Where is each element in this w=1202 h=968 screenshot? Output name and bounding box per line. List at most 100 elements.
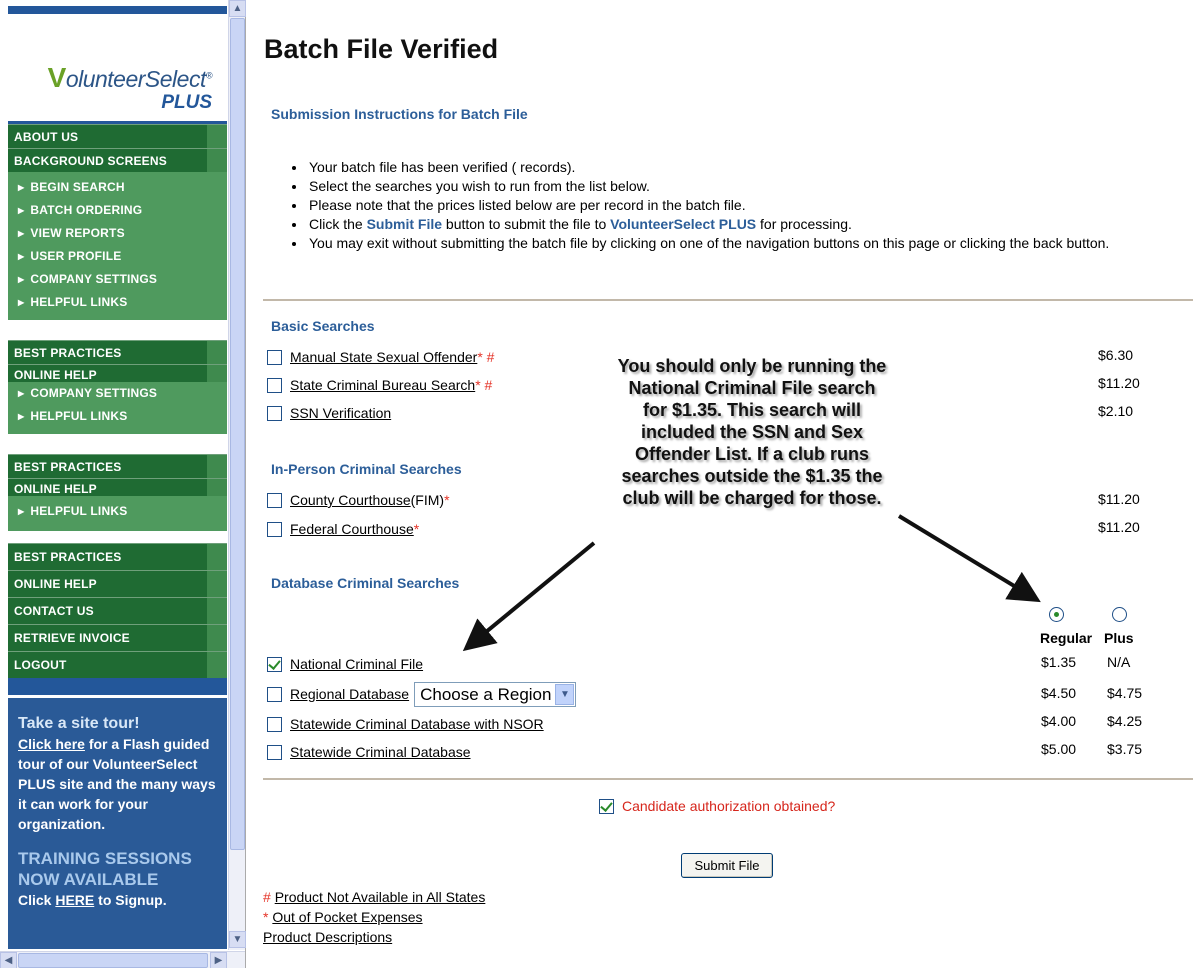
footnote-link[interactable]: Product Not Available in All States <box>275 889 486 905</box>
radio-plus[interactable] <box>1112 607 1127 622</box>
nav-submenu-duplicate: ▶ HELPFUL LINKS <box>8 496 227 531</box>
search-row-statewide: Statewide Criminal Database <box>267 741 471 763</box>
triangle-right-icon: ▶ <box>18 183 25 192</box>
checkbox[interactable] <box>267 349 282 365</box>
price-regular: $4.50 <box>1041 685 1077 701</box>
scrollbar-thumb[interactable] <box>18 953 208 968</box>
search-link[interactable]: State Criminal Bureau Search <box>290 377 475 393</box>
blue-divider <box>8 678 227 698</box>
search-link[interactable]: Manual State Sexual Offender <box>290 349 477 365</box>
triangle-right-icon: ▶ <box>18 275 25 284</box>
nav-divider <box>8 531 227 543</box>
checkbox[interactable] <box>267 377 282 393</box>
checkbox[interactable] <box>267 686 282 702</box>
radio-regular[interactable] <box>1049 607 1064 622</box>
triangle-right-icon: ▶ <box>18 229 25 238</box>
nav-submenu-duplicate: ▶ COMPANY SETTINGS ▶ HELPFUL LINKS <box>8 382 227 434</box>
search-link[interactable]: Statewide Criminal Database with NSOR <box>290 716 544 732</box>
left-navigation-content: VolunteerSelect® PLUS ABOUT US BACKGROUN… <box>8 6 227 949</box>
product-descriptions-link[interactable]: Product Descriptions <box>263 929 392 945</box>
left-vertical-scrollbar[interactable]: ▲ ▼ <box>228 0 246 950</box>
top-blue-bar <box>8 6 227 14</box>
search-link[interactable]: Federal Courthouse <box>290 521 414 537</box>
region-select[interactable]: Choose a Region ▼ <box>414 681 577 707</box>
instruction-item: You may exit without submitting the batc… <box>307 234 1109 253</box>
nav-background-screens[interactable]: BACKGROUND SCREENS <box>8 148 227 172</box>
nav-company-settings[interactable]: ▶ COMPANY SETTINGS <box>8 268 227 291</box>
search-row-ssn-verification: SSN Verification <box>267 402 391 424</box>
nav-contact-us[interactable]: CONTACT US <box>8 597 227 624</box>
scroll-up-arrow-icon[interactable]: ▲ <box>229 0 246 17</box>
nav-user-profile[interactable]: ▶ USER PROFILE <box>8 245 227 268</box>
nav-best-practices[interactable]: BEST PRACTICES <box>8 543 227 570</box>
logo-plus: PLUS <box>161 92 212 113</box>
annotation-callout: You should only be running the National … <box>617 356 887 508</box>
column-plus: Plus <box>1104 630 1134 646</box>
price-regular: $4.00 <box>1041 713 1077 729</box>
triangle-right-icon: ▶ <box>18 412 25 421</box>
nav-submenu: ▶ BEGIN SEARCH ▶ BATCH ORDERING ▶ VIEW REPO… <box>8 172 227 320</box>
price-plus: $4.25 <box>1107 713 1143 729</box>
nav-retrieve-invoice[interactable]: RETRIEVE INVOICE <box>8 624 227 651</box>
tour-link[interactable]: Click here <box>18 736 85 752</box>
nav-about-us[interactable]: ABOUT US <box>8 124 227 148</box>
tour-text: Click here for a Flash guided tour of ou… <box>18 736 216 832</box>
checkbox-checked[interactable] <box>267 656 282 672</box>
nav-batch-ordering[interactable]: ▶ BATCH ORDERING <box>8 199 227 222</box>
search-row-federal-courthouse: Federal Courthouse * <box>267 518 419 540</box>
checkbox[interactable] <box>267 492 282 508</box>
nav-helpful-links[interactable]: ▶ HELPFUL LINKS <box>8 500 227 523</box>
checkbox[interactable] <box>267 521 282 537</box>
search-link[interactable]: County Courthouse <box>290 492 411 508</box>
nav-begin-search[interactable]: ▶ BEGIN SEARCH <box>8 176 227 199</box>
nav-online-help[interactable]: ONLINE HELP <box>8 570 227 597</box>
nav-view-reports[interactable]: ▶ VIEW REPORTS <box>8 222 227 245</box>
main-content: Batch File Verified Submission Instructi… <box>247 0 1202 968</box>
price: $11.20 <box>1098 375 1140 391</box>
arrow-to-national-criminal-file <box>462 541 596 652</box>
nav-helpful-links[interactable]: ▶ HELPFUL LINKS <box>8 291 227 314</box>
search-link[interactable]: National Criminal File <box>290 656 423 672</box>
inperson-searches-heading: In-Person Criminal Searches <box>271 461 462 477</box>
nav-divider <box>8 434 227 454</box>
nav-online-help[interactable]: ONLINE HELP <box>8 364 227 382</box>
scrollbar-thumb[interactable] <box>230 18 245 850</box>
nav-best-practices[interactable]: BEST PRACTICES <box>8 454 227 478</box>
footnote-link[interactable]: Out of Pocket Expenses <box>272 909 422 925</box>
nav-helpful-links[interactable]: ▶ HELPFUL LINKS <box>8 405 227 428</box>
instruction-item: Click the Submit File button to submit t… <box>307 215 1109 234</box>
search-link[interactable]: Statewide Criminal Database <box>290 744 471 760</box>
triangle-right-icon: ▶ <box>18 206 25 215</box>
price-plus: $3.75 <box>1107 741 1143 757</box>
price-plus: N/A <box>1107 654 1131 670</box>
footnote: * Out of Pocket Expenses <box>263 909 423 925</box>
nav-company-settings[interactable]: ▶ COMPANY SETTINGS <box>8 382 227 405</box>
search-link[interactable]: SSN Verification <box>290 405 391 421</box>
nav-online-help[interactable]: ONLINE HELP <box>8 478 227 496</box>
search-link[interactable]: Regional Database <box>290 686 409 702</box>
scroll-right-arrow-icon[interactable]: ▶ <box>210 952 227 968</box>
scroll-left-arrow-icon[interactable]: ◀ <box>0 952 17 968</box>
nav-logout[interactable]: LOGOUT <box>8 651 227 678</box>
left-horizontal-scrollbar[interactable]: ◀ ▶ <box>0 951 245 968</box>
triangle-right-icon: ▶ <box>18 298 25 307</box>
checkbox-checked[interactable] <box>599 798 614 814</box>
checkbox[interactable] <box>267 716 282 732</box>
submit-file-button[interactable]: Submit File <box>681 853 773 878</box>
database-searches-heading: Database Criminal Searches <box>271 575 460 591</box>
nav-best-practices[interactable]: BEST PRACTICES <box>8 340 227 364</box>
signup-link[interactable]: HERE <box>55 892 94 908</box>
footnote: # Product Not Available in All States <box>263 889 486 905</box>
price-regular: $1.35 <box>1041 654 1077 670</box>
footnotes: # Product Not Available in All States * … <box>263 887 485 947</box>
logo[interactable]: VolunteerSelect® PLUS <box>8 14 227 124</box>
instructions-heading: Submission Instructions for Batch File <box>271 106 528 122</box>
checkbox[interactable] <box>267 405 282 421</box>
price-plus: $4.75 <box>1107 685 1143 701</box>
price: $11.20 <box>1098 519 1140 535</box>
checkbox[interactable] <box>267 744 282 760</box>
search-row-national-criminal-file: National Criminal File <box>267 653 423 675</box>
instruction-item: Please note that the prices listed below… <box>307 196 1109 215</box>
price: $2.10 <box>1098 403 1134 419</box>
scroll-down-arrow-icon[interactable]: ▼ <box>229 931 246 948</box>
